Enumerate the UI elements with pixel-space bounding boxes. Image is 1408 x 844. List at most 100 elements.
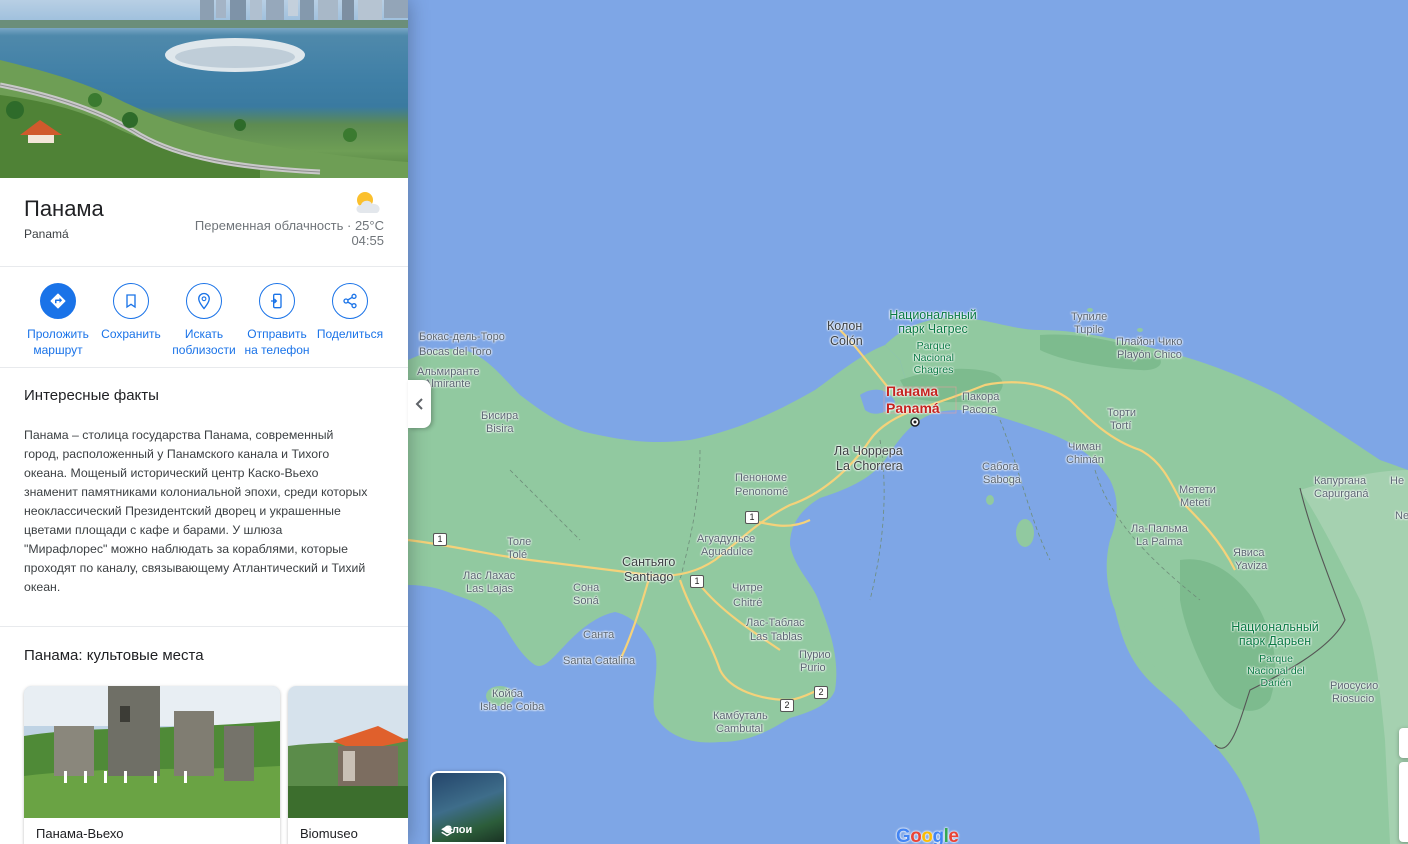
send-to-phone-icon: [271, 293, 282, 309]
facts-text: Панама – столица государства Панама, сов…: [24, 428, 368, 594]
label-capurgana-ru: Капургана: [1314, 475, 1367, 487]
place-side-panel: Панама Panamá Переменная облачность · 25…: [0, 0, 408, 844]
save-label: Сохранить: [101, 327, 161, 341]
label-saboga-ru: Сабога: [982, 461, 1019, 473]
landmarks-title: Панама: культовые места: [24, 647, 204, 664]
save-button[interactable]: Сохранить: [93, 283, 169, 342]
label-laslajas: Las Lajas: [466, 583, 514, 595]
label-purio: Purio: [800, 662, 826, 674]
label-cambutal: Cambutal: [716, 723, 764, 735]
label-playon-ru: Плайон Чико: [1116, 336, 1183, 348]
label-santiago-ru: Сантьяго: [622, 555, 676, 569]
directions-icon: [50, 293, 66, 309]
label-tole: Tolé: [507, 549, 528, 561]
layers-button[interactable]: Слои: [430, 771, 506, 844]
nearby-icon: [198, 292, 210, 310]
label-lastablas-ru: Лас-Таблас: [746, 617, 805, 629]
zoom-control[interactable]: [1399, 728, 1408, 758]
zoom-in-out-control[interactable]: [1399, 762, 1408, 842]
label-sona-ru: Сона: [573, 582, 600, 594]
label-chorrera: La Chorrera: [836, 459, 903, 473]
label-playon: Playón Chico: [1117, 349, 1182, 361]
label-lastablas: Las Tablas: [750, 631, 803, 643]
landmarks-section: Панама: культовые места Панама-Вьехо Bio…: [0, 627, 408, 844]
weather-text: Переменная облачность · 25°C: [194, 218, 384, 233]
label-coiba: Isla de Coiba: [480, 701, 545, 713]
label-colon-ru: Колон: [827, 319, 863, 333]
nearby-label: Искать поблизости: [172, 327, 236, 357]
label-santacatalina-ru: Санта: [583, 629, 615, 641]
label-ne: Ne: [1395, 510, 1408, 522]
label-meteti: Metetí: [1180, 497, 1211, 509]
label-torti: Tortí: [1110, 420, 1132, 432]
label-torti-ru: Торти: [1107, 407, 1137, 419]
landmark-card[interactable]: Панама-Вьехо: [24, 686, 280, 844]
directions-label: Проложить маршрут: [27, 327, 89, 357]
label-aguadulce-ru: Агуадульсе: [697, 533, 756, 545]
label-bisira: Bisira: [486, 423, 514, 435]
directions-button[interactable]: Проложить маршрут: [20, 283, 96, 358]
label-darien: Parque Nacional del Darién: [1247, 653, 1305, 689]
collapse-panel-button[interactable]: [408, 380, 431, 428]
bookmark-icon: [126, 294, 136, 309]
landmark-name: Панама-Вьехо: [36, 826, 124, 841]
label-ne-ru: Не: [1390, 475, 1405, 487]
label-chorrera-ru: Ла Чоррера: [834, 444, 903, 458]
label-penonome: Penonomé: [735, 486, 789, 498]
label-pacora: Pacora: [962, 404, 997, 416]
label-lapalma-ru: Ла-Пальма: [1131, 523, 1188, 535]
label-chiman: Chimán: [1066, 454, 1104, 466]
action-bar: Проложить маршрут Сохранить Искать побли…: [0, 267, 408, 368]
label-panama[interactable]: Panamá: [886, 401, 940, 416]
land-panama-west: [408, 345, 925, 743]
place-subtitle: Panamá: [24, 227, 69, 241]
label-laslajas-ru: Лас Лахас: [463, 570, 516, 582]
share-button[interactable]: Поделиться: [312, 283, 388, 342]
road-shield: 1: [433, 533, 447, 546]
nearby-button[interactable]: Искать поблизости: [166, 283, 242, 358]
label-santiago: Santiago: [624, 570, 674, 584]
label-riosucio-ru: Риосусио: [1330, 680, 1379, 692]
send-to-phone-button[interactable]: Отправить на телефон: [239, 283, 315, 358]
label-chagres-ru: Национальный парк Чагрес: [889, 308, 977, 336]
label-tupile-ru: Тупиле: [1071, 311, 1108, 323]
local-time: 04:55: [351, 233, 384, 248]
label-tupile: Tupile: [1074, 324, 1104, 336]
share-label: Поделиться: [316, 327, 384, 341]
label-colon: Colón: [830, 334, 863, 348]
hero-photo-illustration: [0, 0, 408, 178]
weather-info: Переменная облачность · 25°C 04:55: [195, 218, 384, 248]
label-riosucio: Riosucio: [1332, 693, 1375, 705]
road-shield: 1: [745, 511, 759, 524]
label-santacatalina: Santa Catalina: [563, 655, 636, 667]
label-chitre: Chitré: [733, 597, 763, 609]
label-bocas: Bocas del Toro: [419, 346, 492, 358]
partly-cloudy-icon: [351, 189, 385, 215]
label-chitre-ru: Читре: [732, 582, 763, 594]
chevron-left-icon: [415, 398, 423, 410]
label-yaviza: Yaviza: [1235, 560, 1268, 572]
share-icon: [343, 293, 357, 309]
landmark-photo: [24, 686, 280, 818]
hero-photo[interactable]: [0, 0, 408, 178]
label-chiman-ru: Чиман: [1068, 441, 1102, 453]
label-aguadulce: Aguadulce: [701, 546, 753, 558]
road-shield: 1: [690, 575, 704, 588]
label-meteti-ru: Метети: [1179, 484, 1216, 496]
landmark-photo: [288, 686, 408, 818]
label-cambutal-ru: Камбуталь: [713, 710, 768, 722]
landmark-card[interactable]: Biomuseo: [288, 686, 408, 844]
page-title: Панама: [24, 196, 104, 221]
label-panama-ru[interactable]: Панама: [886, 384, 938, 399]
facts-title: Интересные факты: [24, 387, 159, 404]
send-to-phone-label: Отправить на телефон: [244, 327, 310, 357]
label-almirante-ru: Альмиранте: [417, 366, 480, 378]
label-bisira-ru: Бисира: [481, 410, 519, 422]
label-pacora-ru: Пакора: [962, 391, 1000, 403]
label-saboga: Saboga: [983, 474, 1021, 486]
label-sona: Soná: [573, 595, 599, 607]
label-purio-ru: Пурио: [799, 649, 831, 661]
label-yaviza-ru: Явиса: [1233, 547, 1265, 559]
facts-section: Интересные факты Панама – столица госуда…: [0, 368, 408, 627]
road-shield: 2: [814, 686, 828, 699]
